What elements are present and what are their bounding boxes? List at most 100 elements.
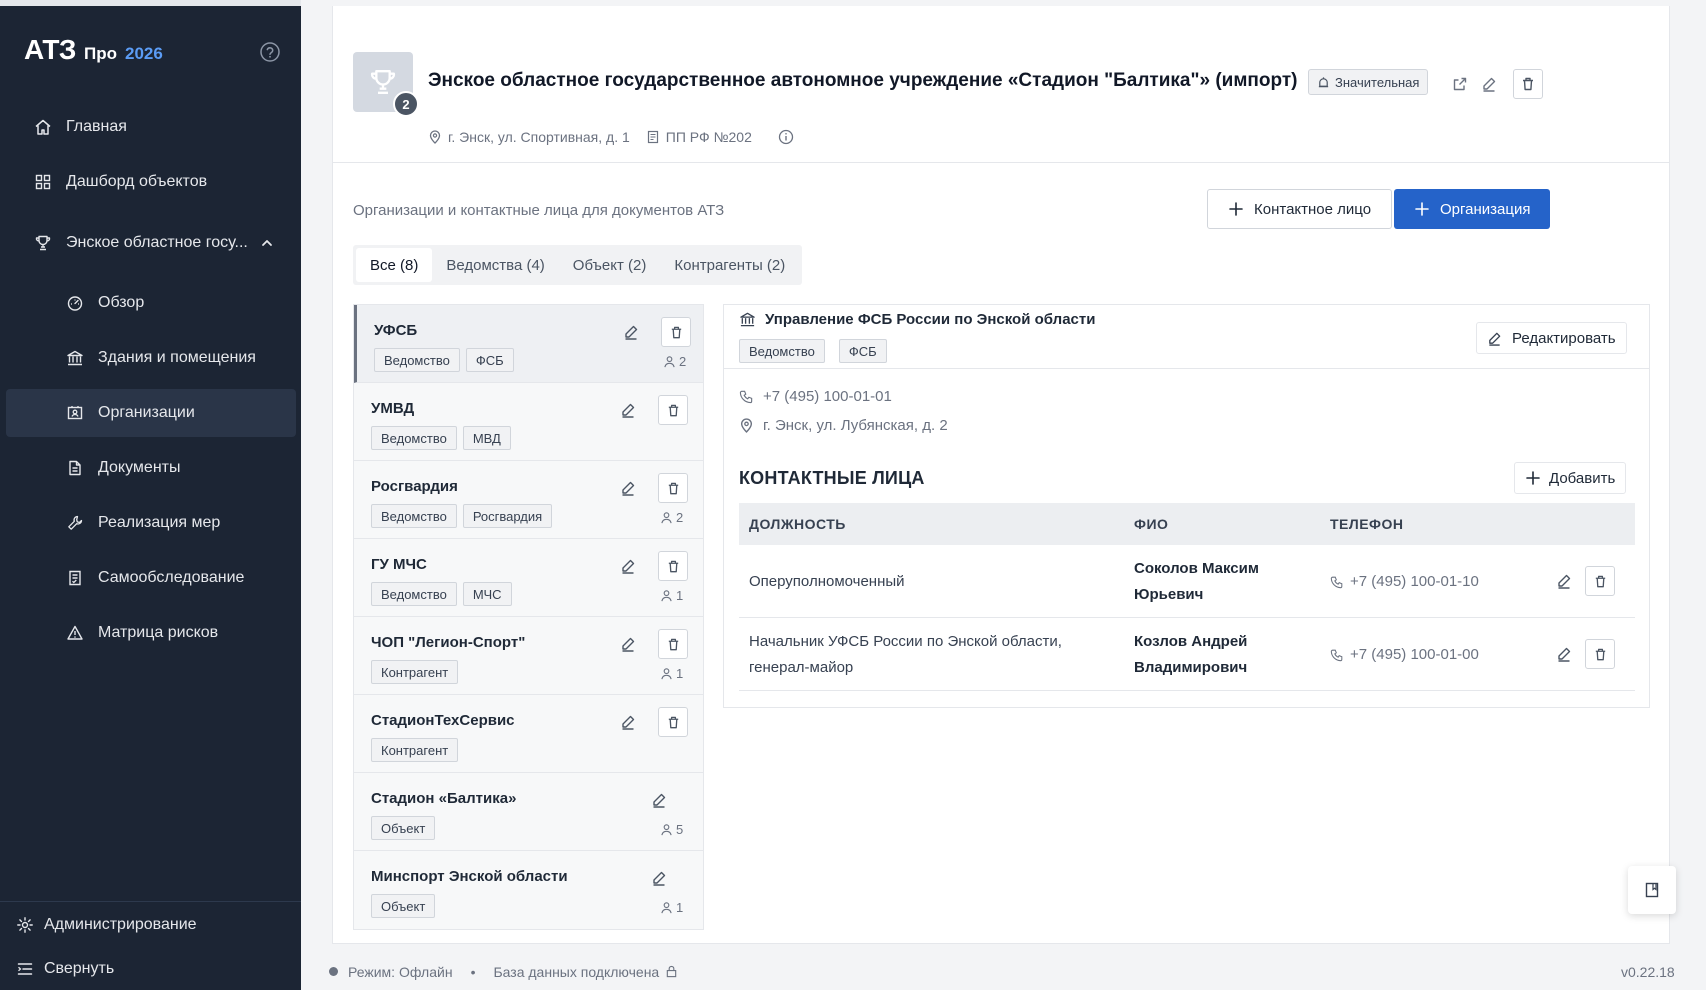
- tab-contractors[interactable]: Контрагенты (2): [660, 248, 799, 282]
- delete-org-button[interactable]: [658, 395, 688, 425]
- edit-organization-button[interactable]: Редактировать: [1476, 322, 1627, 354]
- org-list-item[interactable]: Минспорт Энской области Объект 1: [354, 851, 703, 929]
- org-contact-count-value: 5: [676, 822, 684, 837]
- subnav-risk-matrix-label: Матрица рисков: [98, 624, 219, 641]
- org-list-item[interactable]: Стадион «Балтика» Объект 5: [354, 773, 703, 851]
- subnav-buildings[interactable]: Здания и помещения: [6, 334, 296, 382]
- app-version: v0.22.18: [1621, 963, 1675, 980]
- home-icon: [35, 119, 51, 135]
- pencil-icon: [1483, 77, 1496, 92]
- lock-icon: [666, 965, 677, 978]
- contacts-table: ДОЛЖНОСТЬ ФИО ТЕЛЕФОН Оперуполномоченный…: [739, 503, 1635, 691]
- bookmark-icon: [1645, 882, 1659, 898]
- edit-contact-button[interactable]: [1553, 643, 1575, 665]
- org-list-item[interactable]: УМВД Ведомство МВД: [354, 383, 703, 461]
- delete-contact-button[interactable]: [1585, 566, 1615, 596]
- delete-object-button[interactable]: [1513, 69, 1543, 99]
- delete-org-button[interactable]: [661, 317, 691, 347]
- location-pin-icon: [740, 418, 753, 433]
- org-list-item[interactable]: ЧОП "Легион-Спорт" Контрагент 1: [354, 617, 703, 695]
- table-row: Начальник УФСБ России по Энской области,…: [739, 618, 1635, 691]
- column-header-phone: ТЕЛЕФОН: [1330, 516, 1404, 532]
- delete-contact-button[interactable]: [1585, 639, 1615, 669]
- edit-org-button[interactable]: [648, 789, 670, 811]
- nav-current-object[interactable]: Энское областное госу...: [6, 219, 296, 267]
- status-bar: Режим: Офлайн • База данных подключена v…: [301, 953, 1706, 990]
- subnav-self-assessment-label: Самообследование: [98, 569, 245, 586]
- org-name: УФСБ: [374, 322, 418, 339]
- detail-tag: Ведомство: [739, 339, 825, 363]
- trash-icon: [666, 715, 681, 730]
- delete-org-button[interactable]: [658, 629, 688, 659]
- subnav-measures[interactable]: Реализация мер: [6, 499, 296, 547]
- pencil-icon: [1556, 646, 1572, 662]
- collapse-sidebar-label: Свернуть: [44, 960, 115, 977]
- gear-icon: [17, 917, 33, 933]
- help-icon[interactable]: [259, 41, 281, 63]
- add-organization-label: Организация: [1440, 200, 1531, 218]
- edit-org-button[interactable]: [620, 321, 642, 343]
- edit-object-button[interactable]: [1474, 69, 1504, 99]
- column-header-fio: ФИО: [1134, 516, 1169, 532]
- subnav-measures-label: Реализация мер: [98, 514, 221, 531]
- subnav-documents[interactable]: Документы: [6, 444, 296, 492]
- tab-object[interactable]: Объект (2): [559, 248, 661, 282]
- subnav-self-assessment[interactable]: Самообследование: [6, 554, 296, 602]
- org-list-item[interactable]: УФСБ Ведомство ФСБ 2: [354, 305, 703, 383]
- org-contact-count-value: 1: [676, 900, 684, 915]
- info-icon[interactable]: [778, 129, 794, 145]
- subnav-risk-matrix[interactable]: Матрица рисков: [6, 609, 296, 657]
- contacts-heading: КОНТАКТНЫЕ ЛИЦА: [739, 468, 925, 488]
- add-organization-button[interactable]: Организация: [1394, 189, 1551, 229]
- org-list-item[interactable]: ГУ МЧС Ведомство МЧС 1: [354, 539, 703, 617]
- nav-home[interactable]: Главная: [6, 103, 296, 151]
- collapse-sidebar-button[interactable]: Свернуть: [16, 955, 114, 983]
- tab-all[interactable]: Все (8): [356, 248, 433, 282]
- nav-dashboard[interactable]: Дашборд объектов: [6, 158, 296, 206]
- org-tags: Ведомство МЧС: [371, 582, 512, 606]
- edit-org-button[interactable]: [617, 477, 639, 499]
- org-list-item[interactable]: Росгвардия Ведомство Росгвардия 2: [354, 461, 703, 539]
- delete-org-button[interactable]: [658, 473, 688, 503]
- open-external-button[interactable]: [1445, 69, 1475, 99]
- detail-address: г. Энск, ул. Лубянская, д. 2: [739, 417, 948, 434]
- edit-org-button[interactable]: [617, 555, 639, 577]
- phone-icon: [1330, 575, 1344, 589]
- edit-contact-button[interactable]: [1553, 570, 1575, 592]
- subnav-buildings-label: Здания и помещения: [98, 349, 256, 366]
- chevron-up-icon[interactable]: [260, 236, 274, 250]
- person-icon: [660, 901, 673, 914]
- collapse-menu-icon: [17, 963, 33, 975]
- add-contact-person-button[interactable]: Добавить: [1514, 462, 1627, 494]
- delete-org-button[interactable]: [658, 551, 688, 581]
- org-list-item[interactable]: СтадионТехСервис Контрагент: [354, 695, 703, 773]
- status-dot: [329, 967, 338, 976]
- detail-tag: ФСБ: [838, 339, 887, 363]
- notes-floating-button[interactable]: [1628, 866, 1676, 914]
- nav-administration[interactable]: Администрирование: [16, 911, 197, 939]
- org-tags: Ведомство МВД: [371, 426, 511, 450]
- subnav-organizations[interactable]: Организации: [6, 389, 296, 437]
- detail-address-text: г. Энск, ул. Лубянская, д. 2: [763, 417, 948, 434]
- tab-agencies[interactable]: Ведомства (4): [432, 248, 558, 282]
- contact-phone-text: +7 (495) 100-01-10: [1350, 573, 1479, 590]
- pencil-icon: [620, 402, 636, 418]
- org-name: Стадион «Балтика»: [371, 790, 517, 807]
- add-contact-button[interactable]: Контактное лицо: [1207, 189, 1393, 229]
- contact-phone-text: +7 (495) 100-01-00: [1350, 646, 1479, 663]
- edit-org-button[interactable]: [617, 633, 639, 655]
- document-icon: [69, 460, 81, 476]
- subnav-overview[interactable]: Обзор: [6, 279, 296, 327]
- trash-icon: [666, 403, 681, 418]
- brand[interactable]: АТЗ Про 2026: [24, 34, 163, 66]
- edit-org-button[interactable]: [617, 399, 639, 421]
- edit-org-button[interactable]: [648, 867, 670, 889]
- detail-phone-text: +7 (495) 100-01-01: [763, 388, 892, 405]
- edit-org-button[interactable]: [617, 711, 639, 733]
- window-top-strip: [0, 0, 301, 6]
- delete-org-button[interactable]: [658, 707, 688, 737]
- detail-phone: +7 (495) 100-01-01: [739, 388, 892, 405]
- org-contact-count: 2: [660, 510, 683, 525]
- pencil-icon: [620, 558, 636, 574]
- object-address: г. Энск, ул. Спортивная, д. 1: [448, 129, 630, 145]
